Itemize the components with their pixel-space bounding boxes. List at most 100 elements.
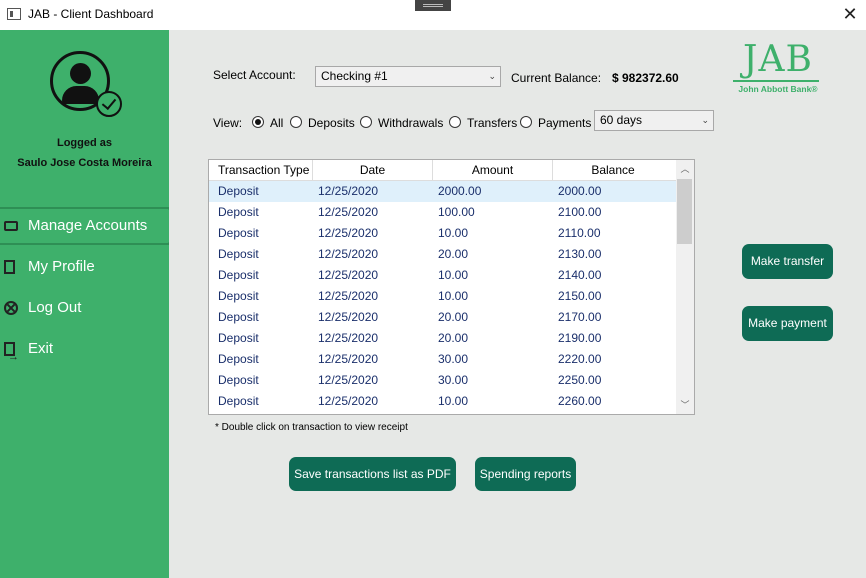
filter-transfers-radio[interactable]: [449, 116, 461, 128]
table-row[interactable]: Deposit 12/25/2020 20.00 2130.00: [209, 244, 677, 265]
filter-payments-radio[interactable]: [520, 116, 532, 128]
close-window-button[interactable]: ✕: [838, 4, 862, 26]
filter-all-radio[interactable]: [252, 116, 264, 128]
logout-circle-x-icon: [4, 301, 18, 315]
cell-date: 12/25/2020: [318, 247, 379, 261]
table-row[interactable]: Deposit 12/25/2020 100.00 2100.00: [209, 202, 677, 223]
save-pdf-button[interactable]: Save transactions list as PDF: [289, 457, 456, 491]
cell-balance: 2110.00: [558, 226, 601, 240]
table-row[interactable]: Deposit 12/25/2020 30.00 2220.00: [209, 349, 677, 370]
filter-deposits-radio[interactable]: [290, 116, 302, 128]
cell-balance: 2130.00: [558, 247, 602, 261]
scroll-up-icon[interactable]: ︿: [676, 160, 694, 178]
make-transfer-button[interactable]: Make transfer: [742, 244, 833, 279]
cell-date: 12/25/2020: [318, 184, 379, 198]
exit-door-icon: [4, 339, 19, 375]
account-select[interactable]: Checking #1 ⌄: [315, 66, 501, 87]
transactions-table[interactable]: Transaction Type Date Amount Balance Dep…: [208, 159, 695, 415]
sidebar-item-log-out[interactable]: Log Out: [0, 290, 169, 326]
select-account-label: Select Account:: [213, 68, 296, 82]
current-balance-value: $ 982372.60: [612, 71, 679, 85]
cell-amount: 10.00: [438, 226, 469, 240]
column-header-date[interactable]: Date: [313, 160, 433, 180]
table-row[interactable]: Deposit 12/25/2020 10.00 2140.00: [209, 265, 677, 286]
filter-deposits-label[interactable]: Deposits: [308, 116, 355, 130]
cell-type: Deposit: [218, 226, 259, 240]
cell-balance: 2100.00: [558, 205, 602, 219]
cell-amount: 20.00: [438, 247, 469, 261]
sidebar-item-label: My Profile: [28, 258, 95, 275]
wallet-icon: [4, 221, 18, 231]
cell-balance: 2260.00: [558, 394, 602, 408]
cell-date: 12/25/2020: [318, 205, 379, 219]
window-drag-grip[interactable]: [415, 0, 451, 11]
cell-balance: 2250.00: [558, 373, 602, 387]
cell-amount: 30.00: [438, 352, 469, 366]
chevron-down-icon: ⌄: [488, 71, 496, 81]
app-window-icon: [7, 8, 21, 20]
filter-all-label[interactable]: All: [270, 116, 283, 130]
chevron-down-icon: ⌄: [701, 115, 709, 125]
table-row[interactable]: Deposit 12/25/2020 20.00 2190.00: [209, 328, 677, 349]
table-row[interactable]: Deposit 12/25/2020 10.00 2260.00: [209, 391, 677, 412]
table-row[interactable]: Deposit 12/25/2020 10.00 2150.00: [209, 286, 677, 307]
user-name: Saulo Jose Costa Moreira: [17, 157, 152, 169]
sidebar-item-label: Exit: [28, 340, 54, 357]
column-header-balance[interactable]: Balance: [553, 160, 673, 180]
cell-date: 12/25/2020: [318, 289, 379, 303]
table-scrollbar[interactable]: ︿ ﹀: [676, 160, 694, 414]
cell-balance: 2000.00: [558, 184, 602, 198]
filter-transfers-label[interactable]: Transfers: [467, 116, 517, 130]
sidebar-item-manage-accounts[interactable]: Manage Accounts: [0, 208, 169, 244]
cell-date: 12/25/2020: [318, 310, 379, 324]
logo-subtitle: John Abbott Bank®: [738, 84, 818, 94]
cell-amount: 2000.00: [438, 184, 482, 198]
cell-date: 12/25/2020: [318, 352, 379, 366]
cell-balance: 2220.00: [558, 352, 602, 366]
column-header-amount[interactable]: Amount: [433, 160, 553, 180]
table-row[interactable]: Deposit 12/25/2020 30.00 2250.00: [209, 370, 677, 391]
cell-type: Deposit: [218, 184, 259, 198]
cell-type: Deposit: [218, 268, 259, 282]
sidebar-item-exit[interactable]: Exit: [0, 331, 169, 375]
cell-type: Deposit: [218, 331, 259, 345]
sidebar-item-my-profile[interactable]: My Profile: [0, 249, 169, 285]
table-row[interactable]: Deposit 12/25/2020 20.00 2170.00: [209, 307, 677, 328]
filter-withdrawals-radio[interactable]: [360, 116, 372, 128]
cell-date: 12/25/2020: [318, 331, 379, 345]
cell-date: 12/25/2020: [318, 373, 379, 387]
cell-date: 12/25/2020: [318, 394, 379, 408]
scroll-down-icon[interactable]: ﹀: [676, 396, 694, 414]
cell-type: Deposit: [218, 247, 259, 261]
logged-in-user: Logged as Saulo Jose Costa Moreira: [0, 133, 169, 173]
scroll-thumb[interactable]: [677, 179, 692, 244]
sidebar: Logged as Saulo Jose Costa Moreira Manag…: [0, 30, 189, 578]
table-row[interactable]: Deposit 12/25/2020 10.00 2110.00: [209, 223, 677, 244]
cell-type: Deposit: [218, 394, 259, 408]
cell-type: Deposit: [218, 310, 259, 324]
cell-balance: 2150.00: [558, 289, 602, 303]
cell-type: Deposit: [218, 205, 259, 219]
cell-balance: 2170.00: [558, 310, 602, 324]
make-payment-button[interactable]: Make payment: [742, 306, 833, 341]
sidebar-item-label: Manage Accounts: [28, 217, 148, 234]
column-header-transaction-type[interactable]: Transaction Type: [209, 160, 313, 180]
table-header: Transaction Type Date Amount Balance: [209, 160, 677, 181]
cell-type: Deposit: [218, 289, 259, 303]
cell-balance: 2190.00: [558, 331, 602, 345]
period-select-value: 60 days: [600, 113, 643, 127]
period-select[interactable]: 60 days ⌄: [594, 110, 714, 131]
cell-date: 12/25/2020: [318, 226, 379, 240]
window-title: JAB - Client Dashboard: [28, 7, 154, 21]
table-row[interactable]: Deposit 12/25/2020 2000.00 2000.00: [209, 181, 677, 202]
filter-payments-label[interactable]: Payments: [538, 116, 591, 130]
spending-reports-button[interactable]: Spending reports: [475, 457, 576, 491]
cell-amount: 20.00: [438, 331, 469, 345]
verified-check-icon: [96, 91, 122, 117]
cell-amount: 10.00: [438, 268, 469, 282]
main-panel: Select Account: Checking #1 ⌄ Current Ba…: [169, 30, 866, 578]
cell-amount: 20.00: [438, 310, 469, 324]
filter-withdrawals-label[interactable]: Withdrawals: [378, 116, 443, 130]
cell-amount: 10.00: [438, 394, 469, 408]
jab-logo: JAB John Abbott Bank®: [733, 40, 823, 100]
